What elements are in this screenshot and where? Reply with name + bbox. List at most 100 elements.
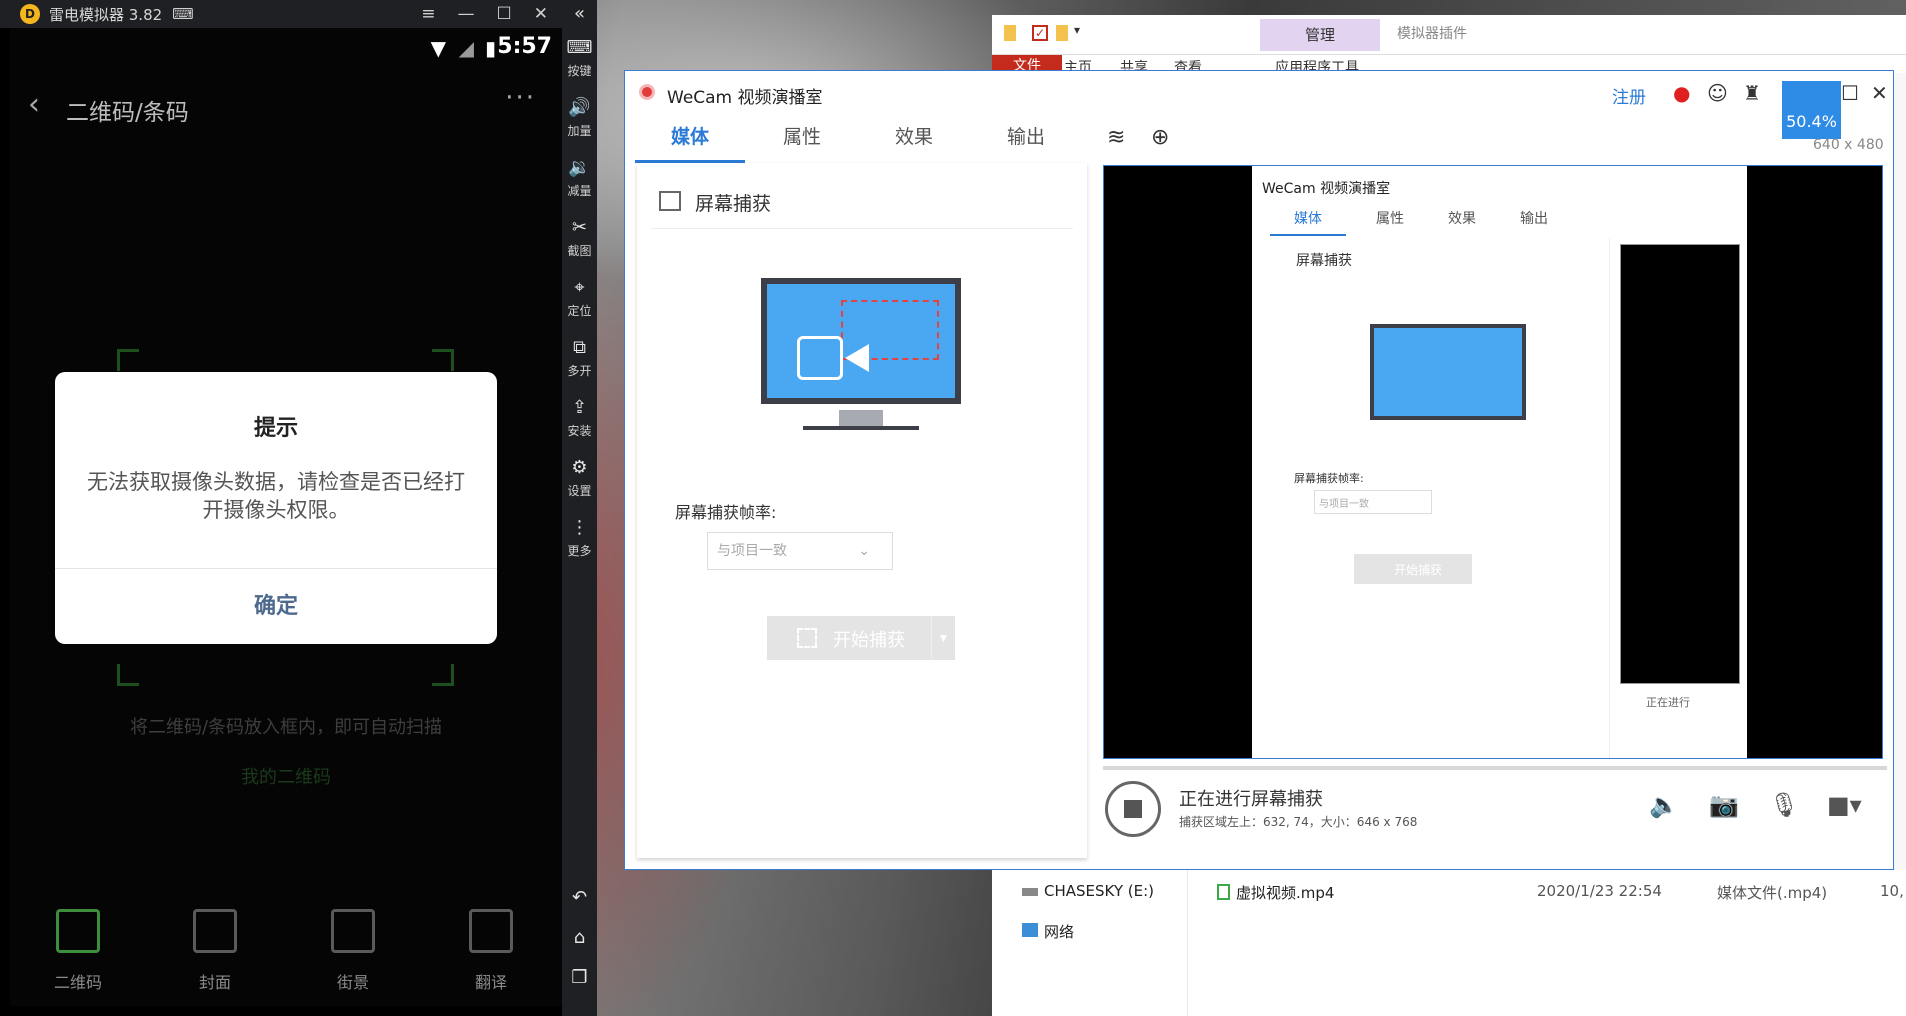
file-row-name[interactable]: 虚拟视频.mp4 — [1217, 882, 1334, 903]
toolbar-more-button[interactable]: ⋮ 更多 — [562, 516, 597, 559]
toolbar-label: 减量 — [567, 184, 592, 198]
android-back-button[interactable]: ↶ — [562, 886, 597, 910]
capture-region-detail: 捕获区域左上：632, 74，大小：646 x 768 — [1179, 815, 1418, 829]
maximize-icon[interactable]: ☐ — [497, 0, 512, 28]
android-home-button[interactable]: ⌂ — [562, 926, 597, 950]
preview-nested-select: 与项目一致 — [1314, 490, 1432, 514]
wecam-window: WeCam 视频演播室 注册 ● ☺ ♜ ☐ ✕ 50.4% 媒体 属性 效果 … — [624, 70, 1894, 870]
volume-down-icon: 🔉 — [568, 157, 591, 178]
scissors-icon: ✂ — [571, 217, 588, 238]
file-row-date: 2020/1/23 22:54 — [1537, 882, 1662, 900]
toolbar-volume-down-button[interactable]: 🔉 减量 — [562, 156, 597, 199]
toolbar-label: 加量 — [567, 124, 592, 138]
toolbar-label: 截图 — [567, 244, 592, 258]
stop-capture-button[interactable] — [1105, 781, 1161, 837]
start-capture-button[interactable]: 开始捕获 ▼ — [767, 616, 955, 660]
android-statusbar: ▼ ◢ ▮ 5:57 — [10, 28, 562, 68]
toolbar-label: 安装 — [567, 424, 592, 438]
emulator-logo-icon: D — [20, 4, 40, 24]
nav-label: 翻译 — [474, 973, 507, 992]
preview-nested-tab: 输出 — [1520, 211, 1548, 227]
explorer-file-list: CHASESKY (E:) 网络 虚拟视频.mp4 2020/1/23 22:5… — [992, 870, 1906, 1016]
ribbon-plugins-title: 模拟器插件 — [1397, 26, 1467, 42]
frame-rate-select[interactable]: 与项目一致 ⌄ — [707, 532, 893, 570]
nav-item-network[interactable]: 网络 — [1022, 921, 1074, 942]
scan-frame-corner — [117, 664, 139, 686]
monitor-stand — [839, 410, 883, 426]
location-pin-icon: ⌖ — [574, 277, 585, 298]
drive-icon — [1022, 888, 1038, 896]
folder-icon — [1004, 25, 1016, 41]
more-options-icon[interactable]: ··· — [505, 83, 536, 113]
toolbar-screenshot-button[interactable]: ✂ 截图 — [562, 216, 597, 259]
preview-nested-tabs: 媒体 属性 效果 输出 — [1252, 208, 1747, 238]
folder-icon — [1056, 25, 1068, 41]
quick-access-dropdown-icon[interactable]: ▾ — [1074, 23, 1080, 37]
close-icon[interactable]: ✕ — [534, 0, 548, 28]
toolbar-settings-button[interactable]: ⚙ 设置 — [562, 456, 597, 499]
minimize-icon[interactable]: — — [458, 0, 475, 28]
scan-hint-text: 将二维码/条码放入框内，即可自动扫描 — [129, 717, 443, 738]
nav-item-qrcode[interactable]: 二维码 — [33, 903, 123, 993]
tab-media[interactable]: 媒体 — [635, 115, 745, 163]
wifi-icon: ▼ — [430, 36, 446, 60]
page-title: 二维码/条码 — [66, 100, 189, 126]
user-group-icon[interactable]: ☺ — [1707, 81, 1728, 105]
android-recents-button[interactable]: ❐ — [562, 966, 597, 990]
building-icon — [331, 909, 375, 953]
back-arrow-icon[interactable]: ‹ — [28, 87, 40, 122]
chat-bubble-icon[interactable]: ● — [1673, 81, 1690, 105]
add-circle-icon[interactable]: ⊕ — [1151, 125, 1169, 150]
preview-nested-panel-title: 屏幕捕获 — [1296, 253, 1352, 269]
nav-item-translate[interactable]: 翻译 — [446, 903, 536, 993]
layers-icon[interactable]: ≋ — [1107, 125, 1125, 150]
speaker-icon[interactable]: 🔈 — [1649, 791, 1679, 819]
document-icon — [469, 909, 513, 953]
nav-item-drive-e[interactable]: CHASESKY (E:) — [1022, 882, 1154, 900]
dialog-ok-button[interactable]: 确定 — [55, 568, 497, 644]
preview-nested-monitor — [1370, 324, 1526, 420]
toolbar-keymap-button[interactable]: ⌨ 按键 — [562, 36, 597, 79]
ribbon-manage-tab[interactable]: 管理 — [1260, 19, 1380, 51]
dropdown-arrow-icon[interactable]: ▼ — [931, 616, 955, 660]
menu-icon[interactable]: ≡ — [421, 0, 435, 28]
toolbar-multi-instance-button[interactable]: ⧉ 多开 — [562, 336, 597, 379]
tab-output[interactable]: 输出 — [971, 115, 1081, 163]
panel-divider — [651, 228, 1073, 229]
multi-window-icon: ⧉ — [573, 337, 586, 358]
checkbox-icon[interactable]: ✓ — [1032, 25, 1048, 41]
toolbar-location-button[interactable]: ⌖ 定位 — [562, 276, 597, 319]
register-link[interactable]: 注册 — [1612, 83, 1646, 108]
microphone-icon[interactable]: 🎙 — [1769, 791, 1799, 819]
shirt-icon[interactable]: ♜ — [1743, 81, 1761, 105]
preview-nested-tab: 媒体 — [1270, 208, 1346, 236]
toolbar-install-apk-button[interactable]: ⇪ 安装 — [562, 396, 597, 439]
toolbar-label: 多开 — [567, 364, 592, 378]
qrcode-icon — [56, 909, 100, 953]
preview-nested-status: 正在进行 — [1646, 696, 1690, 709]
nav-item-street[interactable]: 街景 — [308, 903, 398, 993]
maximize-icon[interactable]: ☐ — [1841, 81, 1859, 105]
emulator-titlebar: D 雷电模拟器 3.82 ⌨ ≡ — ☐ ✕ — [0, 0, 562, 28]
nav-item-cover[interactable]: 封面 — [170, 903, 260, 993]
preview-progress-bar[interactable] — [1103, 766, 1887, 770]
media-panel: 屏幕捕获 屏幕捕获帧率: 与项目一致 ⌄ 开始捕获 ▼ — [637, 163, 1087, 858]
monitor-base — [803, 426, 919, 430]
camera-snapshot-icon[interactable]: 📷 — [1709, 791, 1739, 819]
collapse-toolbar-button[interactable]: « — [562, 2, 597, 26]
camera-lens-shape — [845, 344, 869, 372]
gamepad-icon[interactable]: ⌨ — [172, 5, 194, 23]
preview-canvas[interactable]: WeCam 视频演播室 媒体 属性 效果 输出 屏幕捕获 屏幕捕获帧率: 与项目… — [1103, 165, 1883, 759]
my-qrcode-link[interactable]: 我的二维码 — [10, 763, 562, 789]
tab-properties[interactable]: 属性 — [747, 115, 857, 163]
recents-icon: ❐ — [571, 967, 588, 988]
wecam-title: WeCam 视频演播室 — [667, 88, 823, 108]
toolbar-volume-up-button[interactable]: 🔊 加量 — [562, 96, 597, 139]
close-icon[interactable]: ✕ — [1871, 81, 1888, 105]
gear-icon: ⚙ — [571, 457, 588, 478]
network-icon — [1022, 923, 1038, 937]
tab-effects[interactable]: 效果 — [859, 115, 969, 163]
wecam-logo-icon — [639, 84, 655, 100]
video-camera-dropdown-icon[interactable]: ■▾ — [1827, 791, 1862, 819]
video-file-icon — [1217, 884, 1230, 900]
